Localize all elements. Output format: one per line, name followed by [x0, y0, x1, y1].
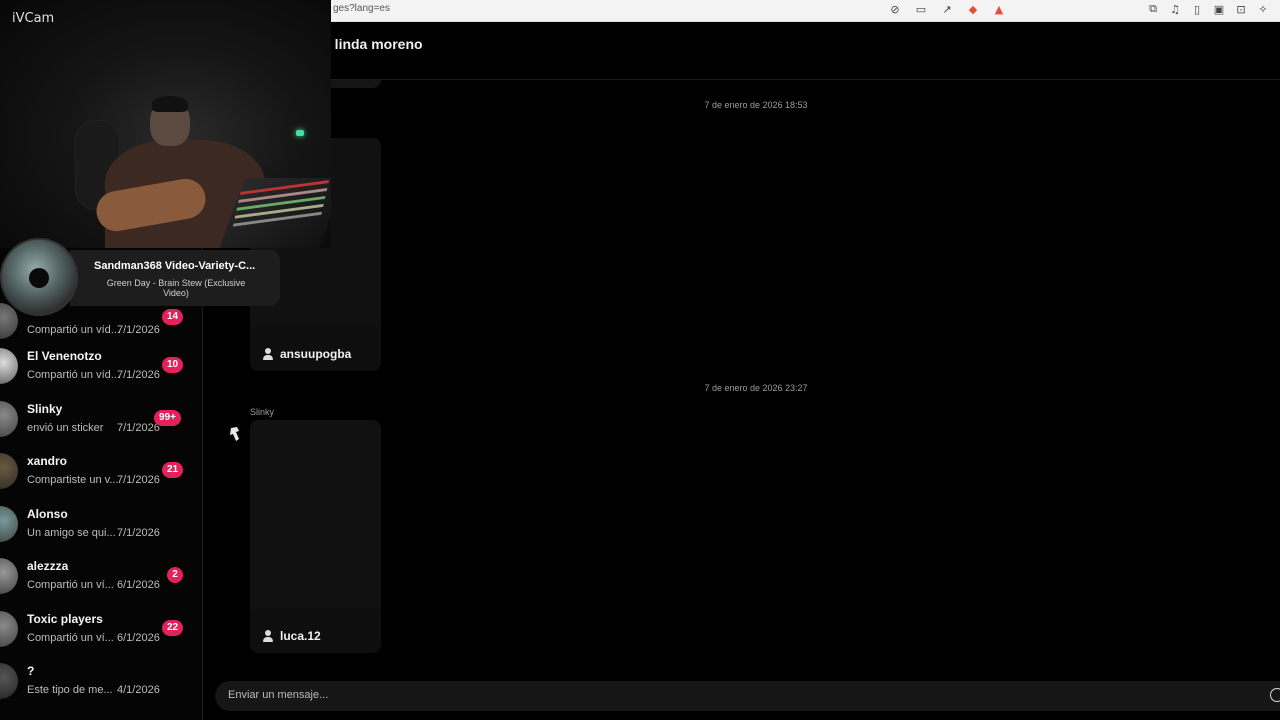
chat-title[interactable]: e linda moreno — [323, 36, 423, 52]
conversation-name: xandro — [27, 454, 68, 468]
conversation-name: El Venenotzo — [27, 349, 102, 363]
chat-header: e linda moreno — [203, 22, 1280, 80]
person-icon — [262, 630, 274, 642]
conversation-name: ? — [27, 664, 35, 678]
conversation-item[interactable]: alezzza Compartió un ví... 6/1/2026 2 — [0, 554, 203, 606]
now-playing-widget: Sandman368 Video-Variety-C... Green Day … — [0, 238, 280, 316]
conversation-date: 7/1/2026 — [117, 369, 160, 381]
avatar — [0, 348, 18, 384]
reel-thumbnail — [250, 420, 381, 609]
conversation-preview: Compartió un víd... — [27, 369, 120, 381]
date-separator: 7 de enero de 2026 23:27 — [704, 383, 808, 393]
conversation-name: Alonso — [27, 507, 68, 521]
conversation-name: alezzza — [27, 559, 69, 573]
brave-rewards-icon[interactable]: ▲ — [992, 2, 1006, 16]
album-art — [0, 238, 78, 316]
conversation-item[interactable]: El Venenotzo Compartió un víd... 7/1/202… — [0, 344, 203, 396]
avatar — [0, 663, 18, 699]
reel-author-name: luca.12 — [280, 629, 321, 643]
emoji-icon[interactable] — [1270, 688, 1280, 702]
avatar — [0, 401, 18, 437]
unread-badge: 2 — [167, 567, 183, 583]
sidebar-toggle-icon[interactable]: ▯ — [1190, 2, 1204, 16]
toolbar-icons: ⊘ ▭ ↗ ◆ ▲ — [888, 2, 1006, 16]
unread-badge: 21 — [162, 462, 184, 478]
conversation-date: 7/1/2026 — [117, 527, 160, 539]
conversation-date: 7/1/2026 — [117, 474, 160, 486]
shared-reel[interactable]: luca.12 — [250, 420, 381, 653]
message-input[interactable]: Enviar un mensaje... — [228, 689, 328, 701]
conversation-preview: envió un sticker — [27, 422, 104, 434]
conversation-preview: Un amigo se qui... — [27, 527, 116, 539]
conversation-item[interactable]: Toxic players Compartió un ví... 6/1/202… — [0, 607, 203, 659]
extension-icons: ⧉ ♫ ▯ ▣ ⊡ ✧ — [1146, 2, 1270, 16]
avatar — [0, 611, 18, 647]
conversation-preview: Este tipo de me... — [27, 684, 113, 696]
avatar — [0, 506, 18, 542]
unread-badge: 10 — [162, 357, 184, 373]
now-playing-subtitle: Green Day - Brain Stew (Exclusive Video) — [106, 278, 246, 298]
unread-badge: 22 — [162, 620, 184, 636]
conversation-date: 6/1/2026 — [117, 579, 160, 591]
conversation-date: 6/1/2026 — [117, 632, 160, 644]
media-icon[interactable]: ♫ — [1168, 2, 1182, 16]
conversation-date: 7/1/2026 — [117, 422, 160, 434]
address-bar[interactable]: ges?lang=es — [333, 3, 390, 14]
sender-name: Slinky — [250, 407, 275, 417]
wallet-icon[interactable]: ▣ — [1212, 2, 1226, 16]
camera-scene — [296, 130, 304, 136]
message-composer[interactable]: Enviar un mensaje... — [215, 681, 1280, 711]
conversation-item[interactable]: ? Este tipo de me... 4/1/2026 — [0, 659, 203, 711]
sender-avatar[interactable] — [227, 425, 243, 443]
webcam-overlay: iVCam — [0, 0, 331, 248]
conversation-preview: Compartiste un v... — [27, 474, 119, 486]
unread-badge: 14 — [162, 309, 184, 325]
unread-badge: 99+ — [154, 410, 181, 426]
message-thread: 7 de enero de 2026 18:53 ansuupogba 7 de… — [203, 80, 1280, 680]
tabs-icon[interactable]: ⊡ — [1234, 2, 1248, 16]
conversation-item[interactable]: Slinky envió un sticker 7/1/2026 99+ — [0, 397, 203, 449]
conversation-date: 7/1/2026 — [117, 324, 160, 336]
brave-shield-icon[interactable]: ◆ — [966, 2, 980, 16]
avatar — [0, 558, 18, 594]
reel-author[interactable]: ansuupogba — [262, 347, 351, 361]
leo-ai-icon[interactable]: ✧ — [1256, 2, 1270, 16]
extension-icon[interactable]: ⧉ — [1146, 2, 1160, 16]
conversation-date: 4/1/2026 — [117, 684, 160, 696]
reel-author[interactable]: luca.12 — [262, 629, 321, 643]
webcam-label: iVCam — [12, 11, 55, 26]
conversation-item[interactable]: xandro Compartiste un v... 7/1/2026 21 — [0, 449, 203, 501]
disc-center — [29, 268, 49, 288]
conversation-name: Toxic players — [27, 612, 103, 626]
date-separator: 7 de enero de 2026 18:53 — [704, 100, 808, 110]
conversation-preview: Compartió un ví... — [27, 579, 114, 591]
conversation-preview: Compartió un víd... — [27, 324, 120, 336]
share-icon[interactable]: ↗ — [940, 2, 954, 16]
camera-scene — [152, 96, 188, 112]
conversation-item[interactable]: Alonso Un amigo se qui... 7/1/2026 — [0, 502, 203, 554]
previous-message-bubble — [323, 80, 381, 88]
cast-icon[interactable]: ▭ — [914, 2, 928, 16]
now-playing-title: Sandman368 Video-Variety-C... — [94, 260, 256, 272]
person-icon — [262, 348, 274, 360]
translate-icon[interactable]: ⊘ — [888, 2, 902, 16]
reel-author-name: ansuupogba — [280, 347, 352, 361]
conversation-preview: Compartió un ví... — [27, 632, 114, 644]
conversation-name: Slinky — [27, 402, 63, 416]
avatar — [0, 453, 18, 489]
